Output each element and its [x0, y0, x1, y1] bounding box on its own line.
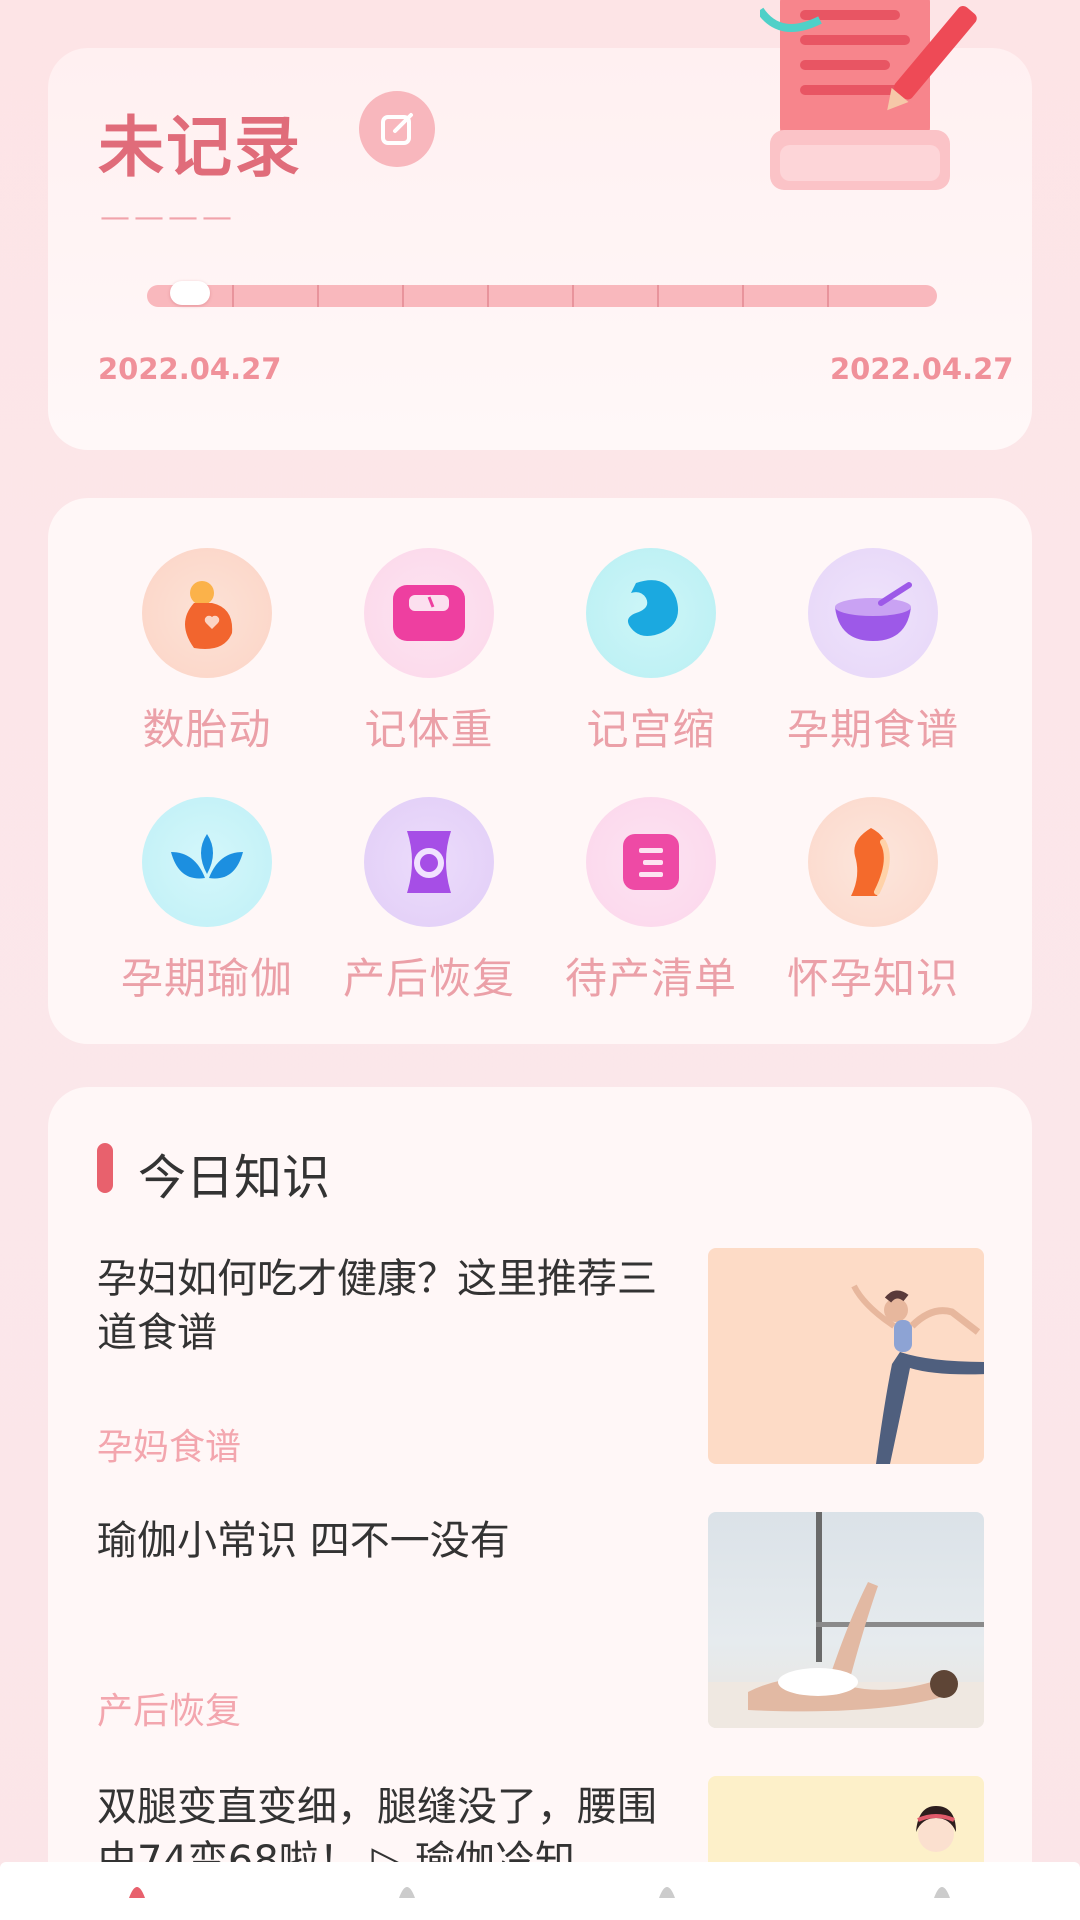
tool-recipes[interactable]: 孕期食谱 — [763, 548, 983, 768]
tool-label: 怀孕知识 — [786, 954, 959, 1003]
section-title: 今日知识 — [138, 1150, 331, 1206]
section-accent-bar — [97, 1143, 113, 1193]
record-status-title: 未记录 — [98, 109, 302, 186]
progress-tick — [317, 285, 319, 307]
home-tab-icon[interactable] — [125, 1874, 149, 1898]
knowledge-tab-icon[interactable] — [655, 1874, 679, 1898]
article-title[interactable]: 瑜伽小常识 四不一没有 — [97, 1514, 657, 1568]
pregnant-icon — [808, 797, 938, 927]
tool-checklist[interactable]: 待产清单 — [541, 797, 761, 1017]
article-title[interactable]: 孕妇如何吃才健康？这里推荐三道食谱 — [97, 1252, 657, 1360]
bottom-navigation-bar — [0, 1862, 1080, 1920]
progress-handle[interactable] — [169, 281, 210, 305]
article-thumbnail[interactable] — [708, 1248, 984, 1464]
progress-tick — [487, 285, 489, 307]
tool-label: 孕期食谱 — [786, 705, 959, 754]
tool-label: 产后恢复 — [342, 954, 515, 1003]
edit-record-button[interactable] — [359, 91, 435, 167]
tool-postpartum[interactable]: 产后恢复 — [319, 797, 539, 1017]
edit-icon — [381, 113, 413, 145]
waist-icon — [364, 797, 494, 927]
yoga-woman-image — [851, 1284, 984, 1464]
article-thumbnail[interactable] — [708, 1512, 984, 1728]
profile-tab-icon[interactable] — [930, 1874, 954, 1898]
progress-track[interactable] — [147, 285, 937, 307]
stretching-woman-image — [708, 1512, 984, 1728]
progress-tick — [742, 285, 744, 307]
start-date: 2022.04.27 — [98, 352, 282, 386]
uterus-icon — [586, 548, 716, 678]
tool-label: 记宫缩 — [586, 705, 716, 754]
tool-label: 数胎动 — [142, 705, 272, 754]
end-date: 2022.04.27 — [830, 352, 1014, 386]
lotus-icon — [142, 797, 272, 927]
tool-fetal-movement[interactable]: 数胎动 — [97, 548, 317, 768]
tool-contraction[interactable]: 记宫缩 — [541, 548, 761, 768]
bowl-icon — [808, 548, 938, 678]
article-tag[interactable]: 产后恢复 — [97, 1682, 241, 1734]
tool-label: 记体重 — [364, 705, 494, 754]
belly-icon — [142, 548, 272, 678]
tool-label: 孕期瑜伽 — [120, 954, 293, 1003]
progress-tick — [232, 285, 234, 307]
progress-tick — [657, 285, 659, 307]
progress-tick — [402, 285, 404, 307]
scale-icon — [364, 548, 494, 678]
tools-tab-icon[interactable] — [395, 1874, 419, 1898]
medical-record-illustration — [760, 0, 977, 190]
tool-label: 待产清单 — [564, 954, 737, 1003]
tool-weight[interactable]: 记体重 — [319, 548, 539, 768]
progress-tick — [572, 285, 574, 307]
list-icon — [586, 797, 716, 927]
tool-yoga[interactable]: 孕期瑜伽 — [97, 797, 317, 1017]
record-value-placeholder: ———— — [100, 200, 236, 235]
tool-pregnancy-knowledge[interactable]: 怀孕知识 — [763, 797, 983, 1017]
article-tag[interactable]: 孕妈食谱 — [97, 1418, 241, 1470]
progress-tick — [827, 285, 829, 307]
